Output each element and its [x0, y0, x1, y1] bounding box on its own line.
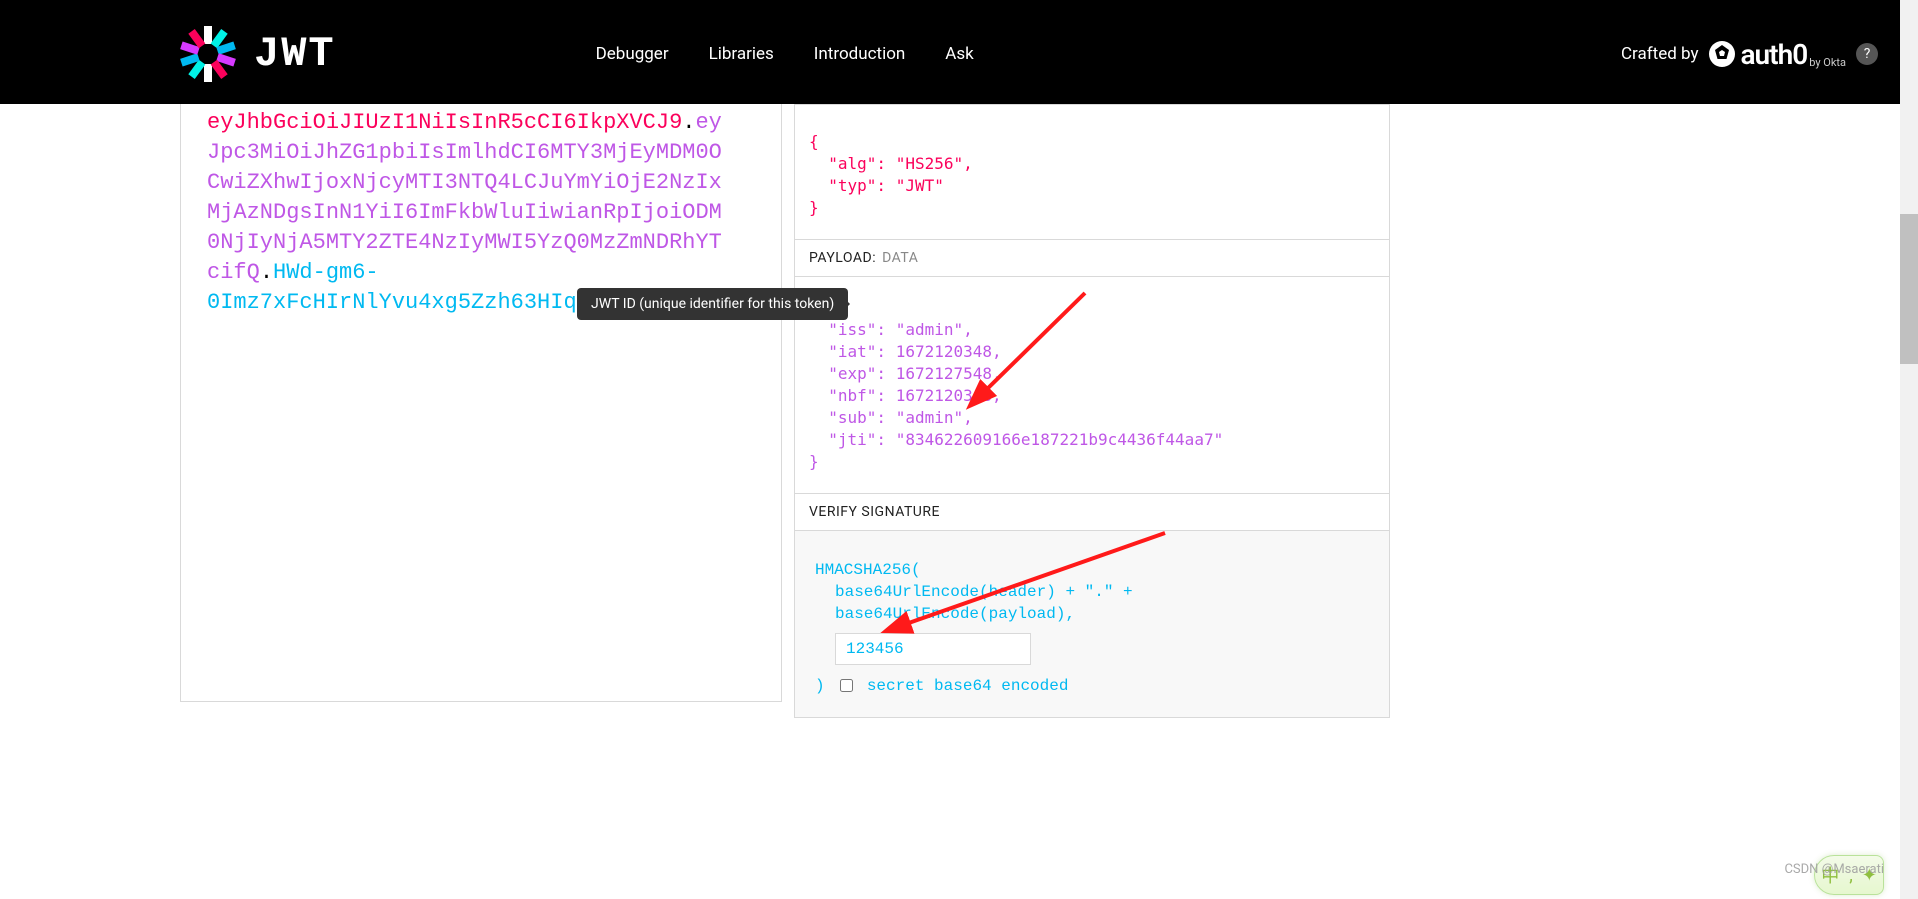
watermark: CSDN @Msaerati	[1784, 862, 1884, 877]
decoded-header-json: { "alg": "HS256", "typ": "JWT" }	[809, 131, 1375, 219]
payload-sub: DATA	[882, 250, 918, 266]
decoded-header-body[interactable]: { "alg": "HS256", "typ": "JWT" }	[794, 104, 1390, 240]
verify-line1: base64UrlEncode(header) + "." +	[815, 581, 1369, 603]
nav-debugger[interactable]: Debugger	[596, 44, 669, 64]
verify-body: HMACSHA256( base64UrlEncode(header) + ".…	[794, 531, 1390, 718]
encoded-token[interactable]: eyJhbGciOiJIUzI1NiIsInR5cCI6IkpXVCJ9.eyJ…	[207, 104, 755, 318]
decoded-payload-body[interactable]: { "iss": "admin", "iat": 1672120348, "ex…	[794, 277, 1390, 494]
secret-input[interactable]	[835, 633, 1031, 665]
verify-label: VERIFY SIGNATURE	[809, 504, 940, 520]
token-dot-2: .	[260, 260, 273, 285]
help-icon[interactable]: ?	[1856, 43, 1878, 65]
verify-line2: base64UrlEncode(payload),	[815, 603, 1369, 625]
base64-checkbox[interactable]	[840, 679, 853, 692]
verify-section-head: VERIFY SIGNATURE	[794, 494, 1390, 531]
verify-close-paren: )	[815, 677, 825, 695]
verify-fn-open: HMACSHA256(	[815, 559, 1369, 581]
jti-tooltip: JWT ID (unique identifier for this token…	[577, 288, 848, 320]
base64-label[interactable]: secret base64 encoded	[867, 677, 1069, 695]
nav-ask[interactable]: Ask	[945, 44, 973, 64]
scrollbar-track[interactable]	[1900, 0, 1918, 899]
jwt-logo-icon	[180, 26, 236, 82]
scrollbar-thumb[interactable]	[1900, 214, 1918, 364]
top-nav: JWT Debugger Libraries Introduction Ask …	[0, 4, 1918, 104]
logo[interactable]: JWT	[180, 26, 336, 82]
nav-links: Debugger Libraries Introduction Ask	[596, 44, 974, 64]
token-dot-1: .	[682, 110, 695, 135]
payload-label: PAYLOAD:	[809, 250, 876, 266]
auth0-icon	[1709, 41, 1735, 67]
token-payload-segment: eyJpc3MiOiJhZG1pbiIsImlhdCI6MTY3MjEyMDM0…	[207, 110, 722, 285]
crafted-by: Crafted by auth0 by Okta ?	[1621, 38, 1878, 71]
nav-libraries[interactable]: Libraries	[709, 44, 774, 64]
nav-introduction[interactable]: Introduction	[814, 44, 906, 64]
token-header-segment: eyJhbGciOiJIUzI1NiIsInR5cCI6IkpXVCJ9	[207, 110, 682, 135]
auth0-badge[interactable]: auth0 by Okta	[1709, 38, 1846, 71]
encoded-panel[interactable]: eyJhbGciOiJIUzI1NiIsInR5cCI6IkpXVCJ9.eyJ…	[180, 104, 782, 702]
auth0-okta: by Okta	[1809, 56, 1846, 69]
crafted-by-label: Crafted by	[1621, 44, 1699, 64]
payload-section-head: PAYLOAD: DATA	[794, 240, 1390, 277]
decoded-payload-json: { "iss": "admin", "iat": 1672120348, "ex…	[809, 297, 1375, 473]
logo-text: JWT	[254, 30, 336, 78]
auth0-name: auth0	[1741, 38, 1808, 71]
